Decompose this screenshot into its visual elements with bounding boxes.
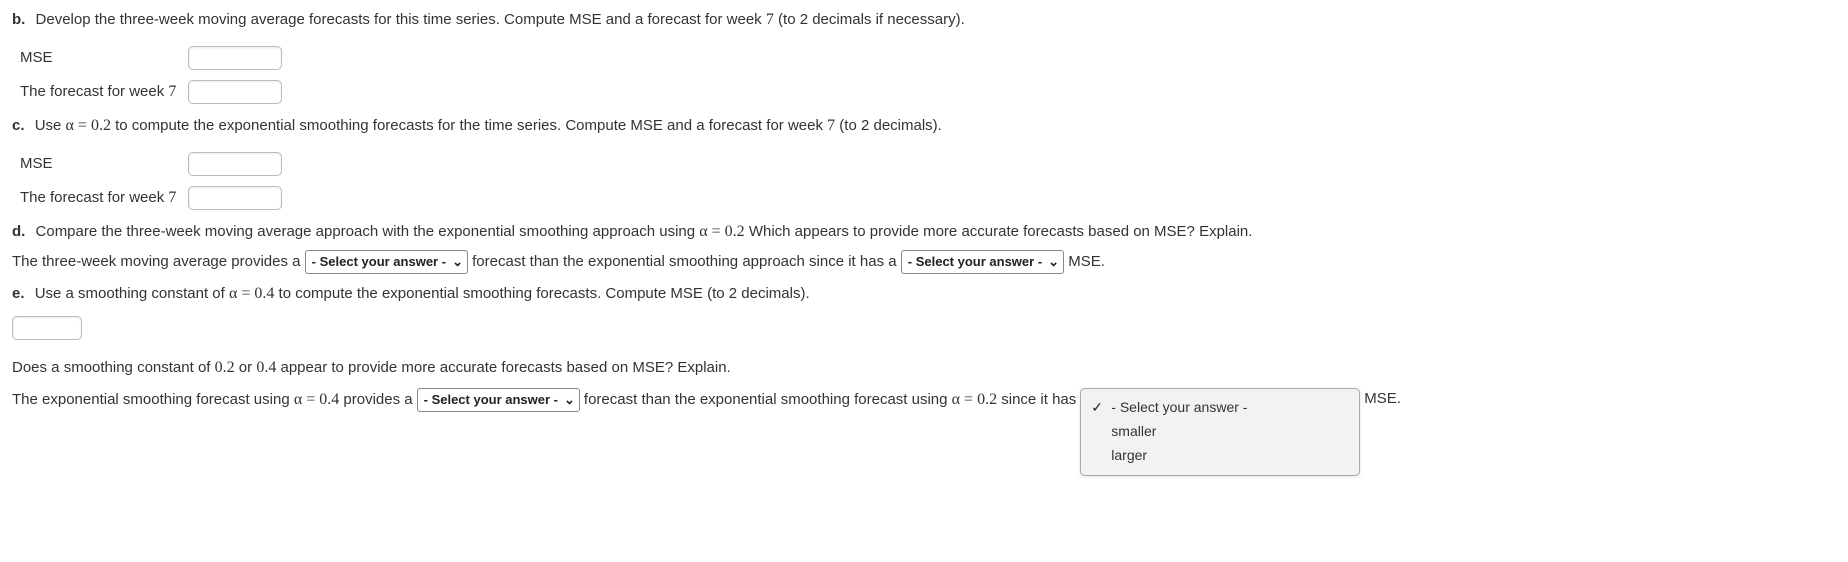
d-ans-t3: MSE.	[1068, 253, 1105, 270]
e-select-1[interactable]: - Select your answer - ⌄	[417, 388, 580, 412]
d-alpha: α = 0.2	[699, 223, 744, 240]
d-select-2-value: - Select your answer -	[908, 252, 1042, 272]
e-ans-t3: forecast than the exponential smoothing …	[584, 391, 952, 408]
chevron-down-icon: ⌄	[564, 390, 575, 410]
d-select-1[interactable]: - Select your answer - ⌄	[305, 250, 468, 274]
c-mse-input[interactable]	[188, 152, 282, 176]
b-forecast-label-pre: The forecast for week	[20, 83, 168, 100]
e-ans-t2: provides a	[339, 391, 412, 408]
e-q2-t3: appear to provide more accurate forecast…	[276, 359, 730, 376]
e-ans-t4: since it has	[997, 391, 1076, 408]
d-select-1-value: - Select your answer -	[312, 252, 446, 272]
d-ans-t2: forecast than the exponential smoothing …	[472, 253, 896, 270]
c-mse-label: MSE	[20, 155, 53, 172]
dropdown-option-placeholder[interactable]: - Select your answer -	[1089, 395, 1351, 419]
c-forecast-week: 7	[168, 189, 176, 206]
dropdown-option-larger[interactable]: larger	[1089, 443, 1351, 467]
e-ans-alpha1: α = 0.4	[294, 391, 339, 408]
e-txt2: to compute the exponential smoothing for…	[274, 285, 809, 302]
e-q2-t2: or	[235, 359, 257, 376]
b-forecast-week: 7	[168, 83, 176, 100]
b-forecast-input[interactable]	[188, 80, 282, 104]
c-forecast-label-pre: The forecast for week	[20, 189, 168, 206]
part-b-prompt-pre: Develop the three-week moving average fo…	[36, 11, 766, 28]
part-d-label: d.	[12, 223, 25, 240]
e-mse-input[interactable]	[12, 316, 82, 340]
part-e-label: e.	[12, 285, 25, 302]
e-q2-v2: 0.4	[256, 359, 276, 376]
chevron-down-icon: ⌄	[1048, 252, 1059, 272]
d-txt2: Which appears to provide more accurate f…	[745, 223, 1253, 240]
e-txt1: Use a smoothing constant of	[35, 285, 229, 302]
e-q2-t1: Does a smoothing constant of	[12, 359, 215, 376]
c-forecast-input[interactable]	[188, 186, 282, 210]
e-ans-t1: The exponential smoothing forecast using	[12, 391, 294, 408]
part-b-week: 7	[766, 11, 774, 28]
chevron-down-icon: ⌄	[452, 252, 463, 272]
c-txt3: (to 2 decimals).	[835, 117, 942, 134]
part-b-label: b.	[12, 11, 25, 28]
b-mse-input[interactable]	[188, 46, 282, 70]
e-q2-v1: 0.2	[215, 359, 235, 376]
e-select-1-value: - Select your answer -	[424, 390, 558, 410]
part-c-label: c.	[12, 117, 25, 134]
e-select-2-open[interactable]: - Select your answer - smaller larger	[1080, 388, 1360, 476]
c-alpha: α = 0.2	[66, 117, 111, 134]
part-b-prompt-post: (to 2 decimals if necessary).	[774, 11, 965, 28]
c-txt1: Use	[35, 117, 66, 134]
d-ans-t1: The three-week moving average provides a	[12, 253, 301, 270]
c-txt2: to compute the exponential smoothing for…	[111, 117, 827, 134]
e-alpha: α = 0.4	[229, 285, 274, 302]
dropdown-option-smaller[interactable]: smaller	[1089, 419, 1351, 443]
d-select-2[interactable]: - Select your answer - ⌄	[901, 250, 1064, 274]
b-mse-label: MSE	[20, 49, 53, 66]
e-ans-alpha2: α = 0.2	[952, 391, 997, 408]
e-ans-t5: MSE.	[1364, 388, 1401, 411]
c-week: 7	[827, 117, 835, 134]
d-txt1: Compare the three-week moving average ap…	[36, 223, 700, 240]
